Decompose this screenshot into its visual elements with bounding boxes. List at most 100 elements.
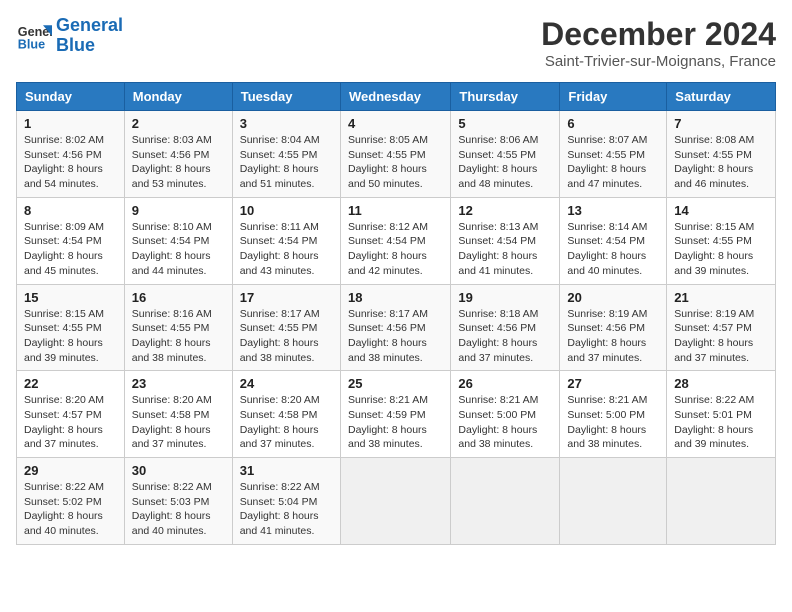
logo-text-line2: Blue	[56, 36, 123, 56]
day-info: Sunrise: 8:08 AMSunset: 4:55 PMDaylight:…	[674, 133, 768, 192]
day-cell: 1 Sunrise: 8:02 AMSunset: 4:56 PMDaylight…	[17, 111, 125, 198]
day-number: 28	[674, 376, 768, 391]
day-cell: 31 Sunrise: 8:22 AMSunset: 5:04 PMDayligh…	[232, 458, 340, 545]
day-cell: 7Sunrise: 8:08 AMSunset: 4:55 PMDaylight…	[667, 111, 776, 198]
day-number: 4	[348, 116, 443, 131]
header-saturday: Saturday	[667, 83, 776, 111]
day-number: 1	[24, 116, 117, 131]
day-number: 19	[458, 290, 552, 305]
header-monday: Monday	[124, 83, 232, 111]
calendar-header: SundayMondayTuesdayWednesdayThursdayFrid…	[17, 83, 776, 111]
day-info: Sunrise: 8:17 AMSunset: 4:55 PMDaylight:…	[240, 307, 333, 366]
day-info: Sunrise: 8:15 AMSunset: 4:55 PMDaylight:…	[674, 220, 768, 279]
day-cell: 29Sunrise: 8:22 AMSunset: 5:02 PMDayligh…	[17, 458, 125, 545]
day-info: Sunrise: 8:21 AMSunset: 5:00 PMDaylight:…	[458, 393, 552, 452]
logo-icon: General Blue	[16, 18, 52, 54]
week-row-5: 29Sunrise: 8:22 AMSunset: 5:02 PMDayligh…	[17, 458, 776, 545]
day-number: 30	[132, 463, 225, 478]
day-info: Sunrise: 8:22 AMSunset: 5:04 PMDaylight:…	[240, 480, 333, 539]
day-cell	[667, 458, 776, 545]
day-number: 18	[348, 290, 443, 305]
day-number: 10	[240, 203, 333, 218]
day-cell: 11 Sunrise: 8:12 AMSunset: 4:54 PMDayligh…	[340, 197, 450, 284]
calendar-body: 1 Sunrise: 8:02 AMSunset: 4:56 PMDaylight…	[17, 111, 776, 545]
logo-text-line1: General	[56, 16, 123, 36]
day-cell: 28 Sunrise: 8:22 AMSunset: 5:01 PMDayligh…	[667, 371, 776, 458]
day-number: 8	[24, 203, 117, 218]
day-cell	[340, 458, 450, 545]
day-info: Sunrise: 8:17 AMSunset: 4:56 PMDaylight:…	[348, 307, 443, 366]
day-cell: 24 Sunrise: 8:20 AMSunset: 4:58 PMDayligh…	[232, 371, 340, 458]
day-info: Sunrise: 8:22 AMSunset: 5:03 PMDaylight:…	[132, 480, 225, 539]
day-info: Sunrise: 8:05 AMSunset: 4:55 PMDaylight:…	[348, 133, 443, 192]
day-cell: 26 Sunrise: 8:21 AMSunset: 5:00 PMDayligh…	[451, 371, 560, 458]
day-cell: 10 Sunrise: 8:11 AMSunset: 4:54 PMDayligh…	[232, 197, 340, 284]
day-cell: 22Sunrise: 8:20 AMSunset: 4:57 PMDayligh…	[17, 371, 125, 458]
day-cell: 18 Sunrise: 8:17 AMSunset: 4:56 PMDayligh…	[340, 284, 450, 371]
day-cell: 14 Sunrise: 8:15 AMSunset: 4:55 PMDayligh…	[667, 197, 776, 284]
day-info: Sunrise: 8:21 AMSunset: 5:00 PMDaylight:…	[567, 393, 659, 452]
day-cell: 2 Sunrise: 8:03 AMSunset: 4:56 PMDaylight…	[124, 111, 232, 198]
day-number: 21	[674, 290, 768, 305]
day-info: Sunrise: 8:11 AMSunset: 4:54 PMDaylight:…	[240, 220, 333, 279]
day-number: 14	[674, 203, 768, 218]
day-info: Sunrise: 8:14 AMSunset: 4:54 PMDaylight:…	[567, 220, 659, 279]
header-sunday: Sunday	[17, 83, 125, 111]
month-title: December 2024	[541, 16, 776, 53]
header-wednesday: Wednesday	[340, 83, 450, 111]
week-row-1: 1 Sunrise: 8:02 AMSunset: 4:56 PMDaylight…	[17, 111, 776, 198]
day-number: 24	[240, 376, 333, 391]
day-number: 11	[348, 203, 443, 218]
header-friday: Friday	[560, 83, 667, 111]
day-info: Sunrise: 8:16 AMSunset: 4:55 PMDaylight:…	[132, 307, 225, 366]
day-info: Sunrise: 8:07 AMSunset: 4:55 PMDaylight:…	[567, 133, 659, 192]
day-cell	[560, 458, 667, 545]
week-row-4: 22Sunrise: 8:20 AMSunset: 4:57 PMDayligh…	[17, 371, 776, 458]
day-number: 15	[24, 290, 117, 305]
week-row-3: 15 Sunrise: 8:15 AMSunset: 4:55 PMDayligh…	[17, 284, 776, 371]
day-number: 20	[567, 290, 659, 305]
day-number: 2	[132, 116, 225, 131]
day-info: Sunrise: 8:20 AMSunset: 4:58 PMDaylight:…	[240, 393, 333, 452]
day-number: 5	[458, 116, 552, 131]
day-cell: 27 Sunrise: 8:21 AMSunset: 5:00 PMDayligh…	[560, 371, 667, 458]
day-info: Sunrise: 8:02 AMSunset: 4:56 PMDaylight:…	[24, 133, 117, 192]
day-info: Sunrise: 8:22 AMSunset: 5:01 PMDaylight:…	[674, 393, 768, 452]
day-info: Sunrise: 8:19 AMSunset: 4:56 PMDaylight:…	[567, 307, 659, 366]
calendar-table: SundayMondayTuesdayWednesdayThursdayFrid…	[16, 82, 776, 545]
day-info: Sunrise: 8:15 AMSunset: 4:55 PMDaylight:…	[24, 307, 117, 366]
day-info: Sunrise: 8:20 AMSunset: 4:58 PMDaylight:…	[132, 393, 225, 452]
day-cell: 13 Sunrise: 8:14 AMSunset: 4:54 PMDayligh…	[560, 197, 667, 284]
day-number: 13	[567, 203, 659, 218]
day-info: Sunrise: 8:10 AMSunset: 4:54 PMDaylight:…	[132, 220, 225, 279]
header-thursday: Thursday	[451, 83, 560, 111]
day-cell: 5Sunrise: 8:06 AMSunset: 4:55 PMDaylight…	[451, 111, 560, 198]
day-cell: 17Sunrise: 8:17 AMSunset: 4:55 PMDayligh…	[232, 284, 340, 371]
day-info: Sunrise: 8:22 AMSunset: 5:02 PMDaylight:…	[24, 480, 117, 539]
logo: General Blue General Blue	[16, 16, 123, 56]
day-cell: 23Sunrise: 8:20 AMSunset: 4:58 PMDayligh…	[124, 371, 232, 458]
day-info: Sunrise: 8:03 AMSunset: 4:56 PMDaylight:…	[132, 133, 225, 192]
page-header: General Blue General Blue December 2024 …	[16, 16, 776, 70]
day-cell	[451, 458, 560, 545]
day-number: 27	[567, 376, 659, 391]
day-cell: 30 Sunrise: 8:22 AMSunset: 5:03 PMDayligh…	[124, 458, 232, 545]
day-cell: 8Sunrise: 8:09 AMSunset: 4:54 PMDaylight…	[17, 197, 125, 284]
day-info: Sunrise: 8:12 AMSunset: 4:54 PMDaylight:…	[348, 220, 443, 279]
day-info: Sunrise: 8:13 AMSunset: 4:54 PMDaylight:…	[458, 220, 552, 279]
day-number: 6	[567, 116, 659, 131]
day-number: 31	[240, 463, 333, 478]
day-info: Sunrise: 8:18 AMSunset: 4:56 PMDaylight:…	[458, 307, 552, 366]
day-number: 3	[240, 116, 333, 131]
day-cell: 9Sunrise: 8:10 AMSunset: 4:54 PMDaylight…	[124, 197, 232, 284]
day-cell: 16 Sunrise: 8:16 AMSunset: 4:55 PMDayligh…	[124, 284, 232, 371]
header-row: SundayMondayTuesdayWednesdayThursdayFrid…	[17, 83, 776, 111]
day-number: 25	[348, 376, 443, 391]
svg-text:Blue: Blue	[18, 37, 45, 51]
day-number: 26	[458, 376, 552, 391]
day-number: 16	[132, 290, 225, 305]
week-row-2: 8Sunrise: 8:09 AMSunset: 4:54 PMDaylight…	[17, 197, 776, 284]
day-info: Sunrise: 8:19 AMSunset: 4:57 PMDaylight:…	[674, 307, 768, 366]
header-tuesday: Tuesday	[232, 83, 340, 111]
day-info: Sunrise: 8:20 AMSunset: 4:57 PMDaylight:…	[24, 393, 117, 452]
